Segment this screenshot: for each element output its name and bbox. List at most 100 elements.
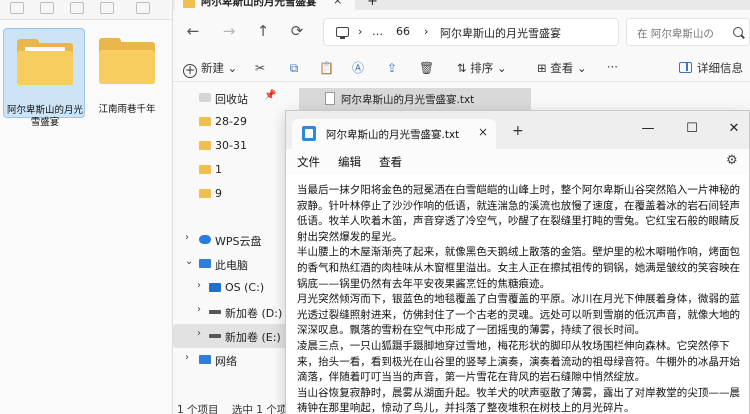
chevron-down-icon: ⌄ — [576, 61, 587, 75]
copy-icon[interactable]: ⧉ — [287, 61, 301, 75]
explorer-tab-bar: 阿尔卑斯山的月光雪盛宴 × + — [173, 0, 750, 10]
details-button[interactable]: 详细信息 — [679, 60, 743, 76]
new-button[interactable]: + 新建 ⌄ — [183, 60, 237, 78]
drive-icon — [209, 334, 221, 338]
address-bar[interactable]: › … 66 › 阿尔卑斯山的月光雪盛宴 — [323, 18, 619, 46]
monitor-icon — [336, 27, 349, 39]
notepad-menu-bar: 文件 编辑 查看 ⚙ — [286, 149, 749, 175]
nav-item-this-pc[interactable]: ⌄ 此电脑 — [173, 252, 293, 276]
plus-icon: + — [183, 63, 197, 78]
breadcrumb-count[interactable]: 66 — [396, 25, 410, 38]
nav-item-recycle-bin[interactable]: 回收站 📌 — [173, 86, 293, 110]
document-text: 当最后一抹夕阳将金色的冠冕洒在白雪皑皑的山峰上时，整个阿尔卑斯山谷突然陷入一片神… — [297, 183, 741, 414]
refresh-button[interactable]: ⟳ — [287, 22, 307, 40]
nav-item-folder[interactable]: 28-29 — [173, 110, 293, 134]
maximize-button[interactable]: ☐ — [682, 121, 702, 136]
paragraph: 当山谷恢复寂静时，晨雾从湖面升起。牧羊犬的吠声驱散了薄雾，露出了对岸教堂的尖顶—… — [297, 386, 741, 414]
close-tab-button[interactable]: × — [478, 125, 488, 139]
notepad-tab-title: 阿尔卑斯山的月光雪盛宴.txt — [326, 129, 460, 141]
folder-icon — [199, 165, 211, 174]
details-pane-icon — [679, 62, 692, 73]
chevron-right-icon[interactable]: › — [197, 304, 201, 315]
nav-item-drive-e[interactable]: › 新加卷 (E:) — [173, 324, 293, 348]
cloud-icon — [199, 235, 211, 244]
rename-icon[interactable]: Ⓐ — [351, 61, 365, 75]
window-icon[interactable] — [70, 2, 84, 14]
network-icon — [199, 355, 211, 364]
trash-icon[interactable] — [136, 2, 150, 14]
os-drive-icon — [209, 283, 221, 292]
cut-icon[interactable]: ✂ — [253, 61, 267, 75]
pin-icon[interactable]: 📌 — [264, 90, 276, 101]
chevron-right-icon[interactable]: › — [185, 352, 189, 363]
desktop-folder-label: 阿尔卑斯山的月光雪盛宴 — [6, 105, 83, 128]
chevron-right-icon[interactable]: › — [197, 328, 201, 339]
window-icon[interactable] — [100, 2, 114, 14]
folder-icon — [183, 0, 195, 8]
paragraph: 当最后一抹夕阳将金色的冠冕洒在白雪皑皑的山峰上时，整个阿尔卑斯山谷突然陷入一片神… — [297, 184, 741, 243]
nav-item-folder[interactable]: 1 — [173, 158, 293, 182]
explorer-tab-title: 阿尔卑斯山的月光雪盛宴 — [201, 0, 317, 8]
text-file-icon — [325, 92, 335, 105]
view-button[interactable]: ⊞ 查看 ⌄ — [537, 60, 587, 76]
paste-icon[interactable]: 📋 — [319, 61, 334, 75]
nav-item-network[interactable]: › 网络 — [173, 348, 293, 372]
command-bar: + 新建 ⌄ ✂ ⧉ 📋 Ⓐ ⇪ 🗑 ⇅ 排序 ⌄ ⊞ 查看 ⌄ ··· 详细信息 — [173, 54, 750, 82]
desktop-folder-tile[interactable]: 阿尔卑斯山的月光雪盛宴 — [3, 28, 85, 128]
search-icon — [733, 27, 743, 37]
close-window-button[interactable]: ✕ — [724, 121, 744, 136]
menu-edit[interactable]: 编辑 — [338, 154, 361, 170]
folder-icon — [99, 38, 155, 84]
file-list-item[interactable]: 阿尔卑斯山的月光雪盛宴.txt — [299, 88, 531, 110]
new-tab-button[interactable]: + — [367, 0, 378, 9]
back-button[interactable]: ← — [183, 22, 203, 40]
breadcrumb-more[interactable]: … — [372, 25, 383, 38]
chevron-down-icon[interactable]: ⌄ — [185, 256, 193, 267]
notepad-tab[interactable]: 阿尔卑斯山的月光雪盛宴.txt × — [292, 119, 496, 149]
more-options-button[interactable]: ··· — [607, 60, 618, 74]
window-icon[interactable] — [40, 2, 54, 14]
nav-item-folder[interactable]: 30-31 — [173, 134, 293, 158]
delete-icon[interactable]: 🗑 — [419, 61, 434, 75]
breadcrumb-separator: › — [424, 25, 429, 38]
chevron-down-icon: ⌄ — [227, 61, 238, 75]
folder-icon — [199, 189, 211, 198]
desktop-toolbar — [0, 0, 172, 20]
folder-icon — [17, 39, 73, 85]
close-tab-button[interactable]: × — [333, 0, 342, 7]
desktop-folder-label: 江南雨巷千年 — [98, 104, 156, 115]
sort-button[interactable]: ⇅ 排序 ⌄ — [457, 60, 507, 76]
nav-item-folder[interactable]: 9 — [173, 182, 293, 206]
notepad-text-area[interactable]: 当最后一抹夕阳将金色的冠冕洒在白雪皑皑的山峰上时，整个阿尔卑斯山谷突然陷入一片神… — [286, 175, 749, 414]
file-name: 阿尔卑斯山的月光雪盛宴.txt — [341, 94, 475, 106]
desktop-folder-tile[interactable]: 江南雨巷千年 — [86, 28, 168, 118]
new-tab-button[interactable]: + — [512, 123, 524, 139]
paragraph: 月光突然倾泻而下，银蓝色的地毯覆盖了白雪覆盖的平原。冰川在月光下伸展着身体，微弱… — [297, 293, 741, 337]
minimize-button[interactable]: — — [638, 121, 658, 136]
nav-item-drive-d[interactable]: › 新加卷 (D:) — [173, 300, 293, 324]
nav-item-drive-c[interactable]: › OS (C:) — [173, 276, 293, 300]
folder-icon — [199, 117, 211, 126]
explorer-navbar: ← → ↑ ⟳ › … 66 › 阿尔卑斯山的月光雪盛宴 在 阿尔卑斯山の — [173, 10, 750, 54]
menu-file[interactable]: 文件 — [297, 154, 320, 170]
chevron-right-icon[interactable]: › — [185, 232, 189, 243]
notepad-app-icon — [302, 126, 316, 141]
share-icon[interactable]: ⇪ — [385, 61, 399, 75]
grid-icon: ⊞ — [537, 61, 551, 75]
notepad-window: 阿尔卑斯山的月光雪盛宴.txt × + — ☐ ✕ 文件 编辑 查看 ⚙ 当最后… — [285, 110, 750, 414]
breadcrumb-current[interactable]: 阿尔卑斯山的月光雪盛宴 — [440, 25, 561, 41]
breadcrumb-separator: › — [358, 25, 363, 38]
up-button[interactable]: ↑ — [253, 22, 273, 40]
desktop-area: 阿尔卑斯山的月光雪盛宴 江南雨巷千年 — [0, 20, 172, 414]
gear-icon[interactable]: ⚙ — [726, 153, 738, 168]
window-icon[interactable] — [10, 2, 24, 14]
search-box[interactable]: 在 阿尔卑斯山の — [626, 18, 750, 46]
notepad-title-bar: 阿尔卑斯山的月光雪盛宴.txt × + — ☐ ✕ — [286, 111, 749, 149]
explorer-tab[interactable]: 阿尔卑斯山的月光雪盛宴 × — [175, 0, 355, 10]
forward-button[interactable]: → — [219, 22, 239, 40]
sort-icon: ⇅ — [457, 61, 471, 75]
menu-view[interactable]: 查看 — [379, 154, 402, 170]
drive-icon — [209, 310, 221, 314]
chevron-right-icon[interactable]: › — [197, 280, 201, 291]
nav-item-wps-cloud[interactable]: › WPS云盘 — [173, 228, 293, 252]
